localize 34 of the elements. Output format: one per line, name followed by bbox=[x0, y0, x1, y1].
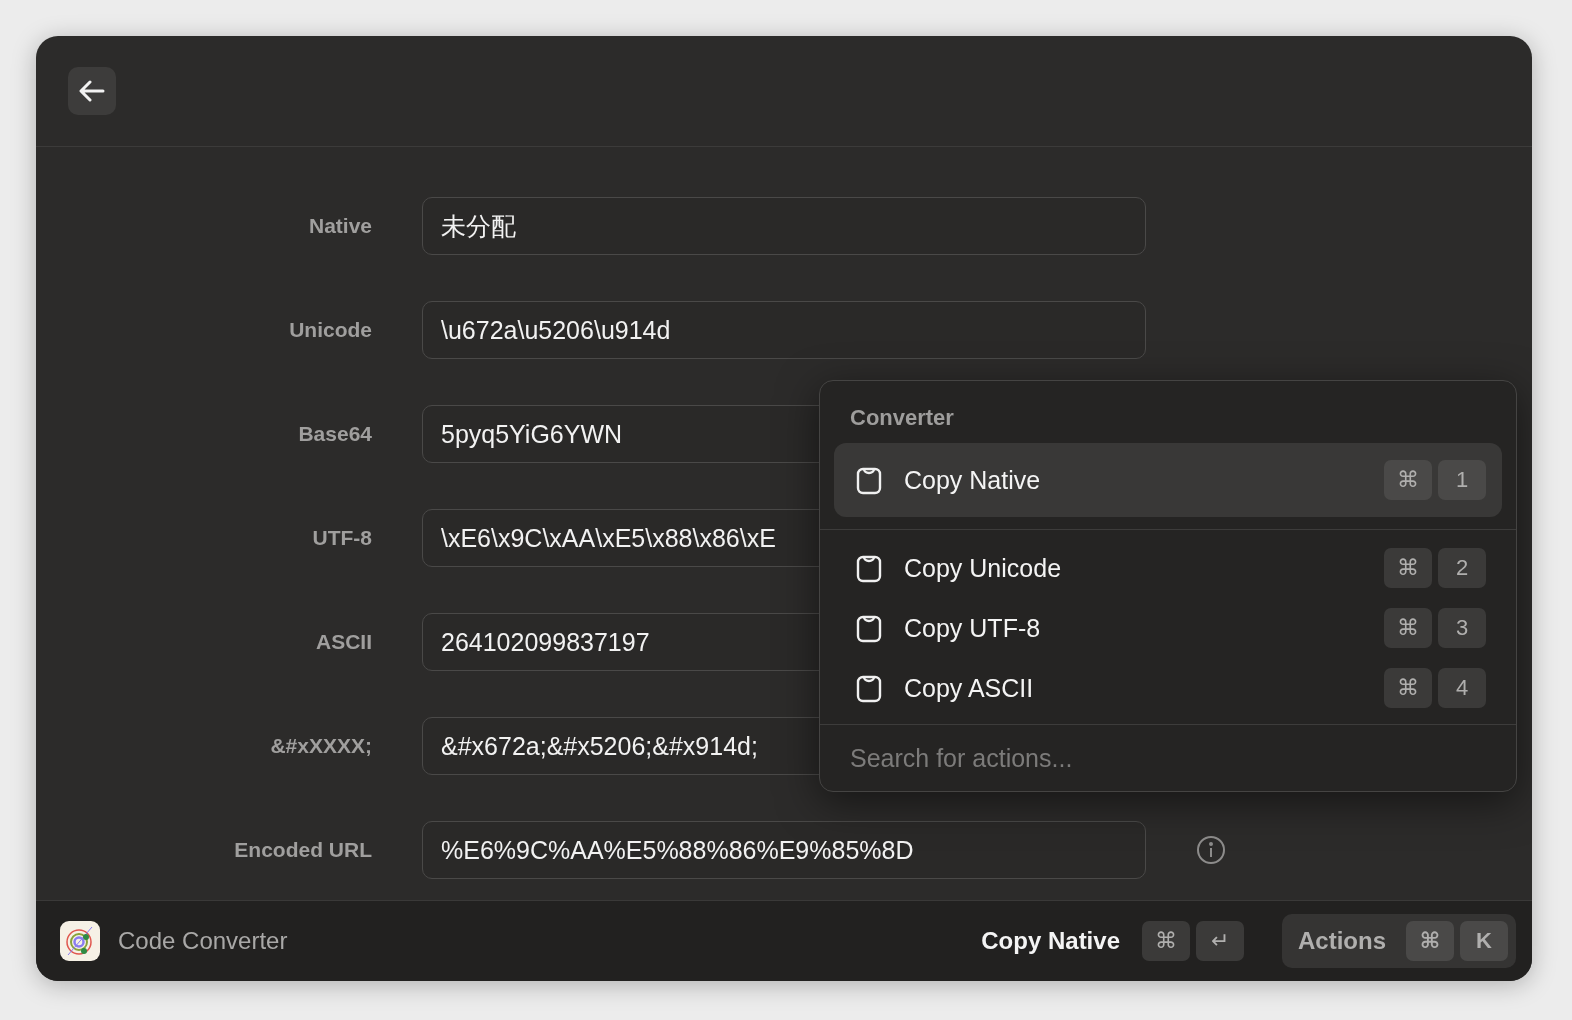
keycap: 1 bbox=[1438, 460, 1486, 500]
text-field[interactable]: 未分配 bbox=[422, 197, 1146, 255]
keycap: 2 bbox=[1438, 548, 1486, 588]
keycap: ↵ bbox=[1196, 921, 1244, 961]
clipboard-icon bbox=[856, 613, 882, 643]
section-title: Converter bbox=[849, 404, 955, 432]
actions-button[interactable]: Actions ⌘ K bbox=[1282, 914, 1516, 968]
app-name: Code Converter bbox=[118, 927, 289, 955]
clipboard-icon bbox=[856, 673, 882, 703]
keycap: ⌘ bbox=[1384, 548, 1432, 588]
clipboard-icon bbox=[856, 553, 882, 583]
field-label: UTF-8 bbox=[312, 526, 372, 550]
app-logo-icon bbox=[60, 921, 100, 961]
action-item[interactable]: Copy Native ⌘ 1 bbox=[834, 443, 1502, 517]
primary-action[interactable]: Copy Native bbox=[981, 927, 1120, 955]
field-label: Base64 bbox=[298, 422, 372, 446]
text-field[interactable]: %E6%9C%AA%E5%88%86%E9%85%8D bbox=[422, 821, 1146, 879]
back-arrow-icon bbox=[79, 80, 105, 102]
field-label: &#xXXXX; bbox=[270, 734, 372, 758]
back-button[interactable] bbox=[68, 67, 116, 115]
keycap: ⌘ bbox=[1384, 668, 1432, 708]
clipboard-icon bbox=[856, 465, 882, 495]
field-label: Native bbox=[308, 214, 372, 238]
info-icon[interactable] bbox=[1196, 835, 1226, 865]
field-label: Encoded URL bbox=[234, 838, 372, 862]
keycap: ⌘ bbox=[1384, 460, 1432, 500]
search-field[interactable]: Search for actions... bbox=[820, 724, 1516, 791]
text-field[interactable]: \u672a\u5206\u914d bbox=[422, 301, 1146, 359]
keycap: 4 bbox=[1438, 668, 1486, 708]
keycap: ⌘ bbox=[1142, 921, 1190, 961]
keycap: 3 bbox=[1438, 608, 1486, 648]
field-label: ASCII bbox=[316, 630, 372, 654]
keycap: ⌘ bbox=[1384, 608, 1432, 648]
field-label: Unicode bbox=[289, 318, 372, 342]
